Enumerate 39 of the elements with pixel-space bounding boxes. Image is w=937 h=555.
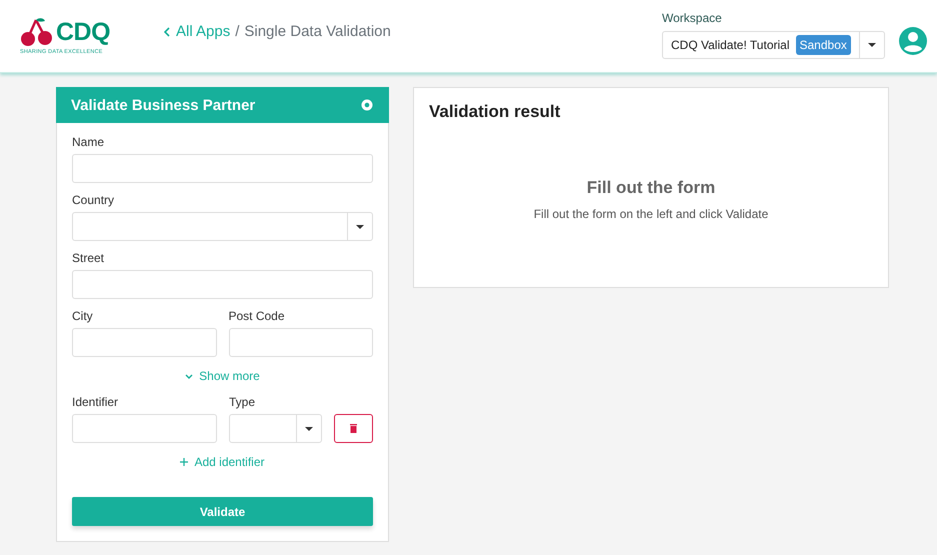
field-label: Type bbox=[229, 395, 256, 409]
field-label: Identifier bbox=[72, 395, 120, 409]
select-field[interactable] bbox=[229, 414, 322, 443]
select-field[interactable] bbox=[72, 212, 373, 241]
chevron-down-icon bbox=[185, 374, 194, 378]
cherry-icon bbox=[20, 18, 54, 48]
input-field[interactable] bbox=[228, 328, 373, 357]
caret-icon bbox=[305, 426, 313, 430]
validate-button[interactable]: Validate bbox=[72, 497, 373, 526]
input-field[interactable] bbox=[72, 270, 373, 299]
plus-icon bbox=[180, 458, 188, 466]
field-label: Country bbox=[72, 193, 116, 207]
caret-icon bbox=[356, 224, 364, 228]
field-label: City bbox=[72, 309, 94, 323]
all-apps-link[interactable]: All Apps bbox=[164, 23, 230, 40]
workspace-select[interactable]: CDQ Validate! Tutorial Sandbox bbox=[662, 31, 885, 59]
user-avatar-icon[interactable] bbox=[899, 27, 927, 55]
add-identifier-link[interactable]: Add identifier bbox=[180, 455, 265, 469]
sandbox-badge: Sandbox bbox=[796, 35, 851, 55]
input-field[interactable] bbox=[72, 328, 216, 357]
card-title: Validate Business Partner bbox=[71, 96, 256, 114]
empty-state-text: Fill out the form on the left and click Validate bbox=[534, 207, 768, 221]
caret-icon bbox=[868, 43, 876, 47]
input-field[interactable] bbox=[72, 414, 217, 443]
chevron-left-icon bbox=[164, 26, 170, 36]
field-label: Post Code bbox=[228, 309, 286, 323]
workspace-label: Workspace bbox=[662, 11, 723, 25]
result-title: Validation result bbox=[429, 102, 562, 122]
breadcrumb-separator: / bbox=[235, 23, 240, 40]
logo-wordmark: CDQ bbox=[56, 18, 110, 47]
delete-button[interactable] bbox=[334, 414, 373, 443]
trash-icon bbox=[350, 424, 357, 433]
page-title: Single Data Validation bbox=[244, 23, 391, 40]
empty-state-title: Fill out the form bbox=[586, 178, 716, 198]
field-label: Street bbox=[72, 251, 106, 265]
field-label: Name bbox=[72, 135, 106, 149]
show-more-link[interactable]: Show more bbox=[185, 369, 260, 383]
workspace-name: CDQ Validate! Tutorial bbox=[671, 38, 790, 52]
input-field[interactable] bbox=[72, 154, 373, 183]
